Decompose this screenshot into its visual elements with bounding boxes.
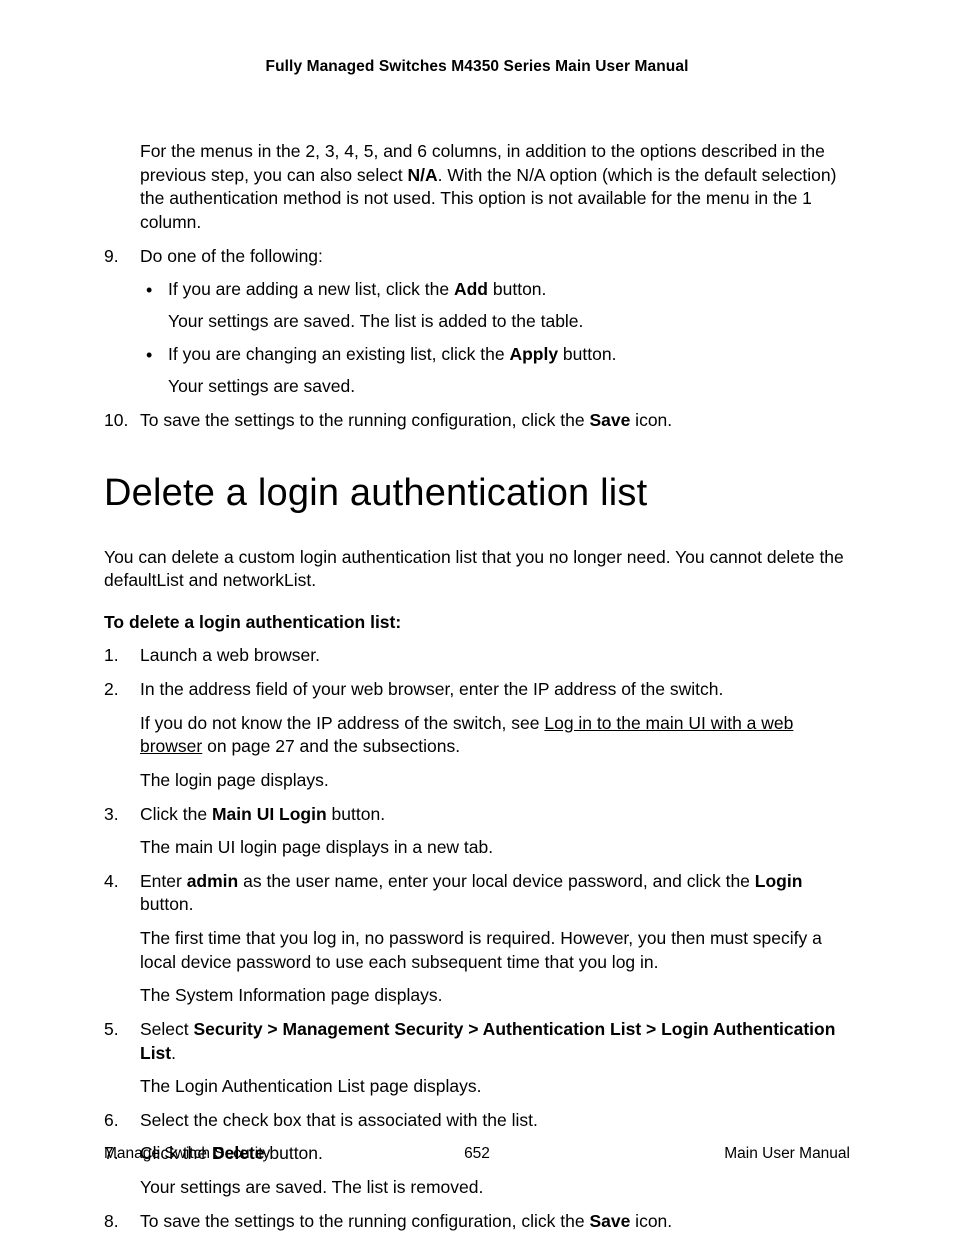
text: If you do not know the IP address of the… — [140, 713, 544, 733]
step-5: 5. Select Security > Management Security… — [104, 1018, 850, 1099]
text: The Login Authentication List page displ… — [140, 1075, 850, 1099]
text: button. — [327, 804, 385, 824]
text: The first time that you log in, no passw… — [140, 927, 850, 974]
step-text: Do one of the following: — [140, 245, 850, 269]
step-number: 5. — [104, 1018, 119, 1042]
step-9: 9. Do one of the following: If you are a… — [104, 245, 850, 399]
text: To save the settings to the running conf… — [140, 410, 589, 430]
step-6: 6. Select the check box that is associat… — [104, 1109, 850, 1133]
na-bold: N/A — [408, 165, 438, 185]
menu-path-bold: Security > Management Security > Authent… — [140, 1019, 835, 1063]
text: Launch a web browser. — [140, 644, 850, 668]
text: The System Information page displays. — [140, 984, 850, 1008]
text: button. — [558, 344, 616, 364]
page-footer: Manage Switch Security 652 Main User Man… — [104, 1145, 850, 1163]
step-8: 8. To save the settings to the running c… — [104, 1210, 850, 1234]
step-number: 10. — [104, 409, 128, 433]
text: The main UI login page displays in a new… — [140, 836, 850, 860]
step-10: 10. To save the settings to the running … — [104, 409, 850, 433]
login-bold: Login — [755, 871, 803, 891]
text: Your settings are saved. The list is add… — [168, 310, 850, 334]
text: The login page displays. — [140, 769, 850, 793]
step-number: 9. — [104, 245, 119, 269]
text: as the user name, enter your local devic… — [238, 871, 755, 891]
add-bold: Add — [454, 279, 488, 299]
save-bold: Save — [589, 1211, 630, 1231]
text: button. — [488, 279, 546, 299]
footer-page-number: 652 — [104, 1145, 850, 1163]
text: Your settings are saved. The list is rem… — [140, 1176, 850, 1200]
text: In the address field of your web browser… — [140, 678, 850, 702]
text: If you are adding a new list, click the — [168, 279, 454, 299]
save-bold: Save — [589, 410, 630, 430]
bullet-item: If you are changing an existing list, cl… — [140, 343, 850, 398]
text: If you are changing an existing list, cl… — [168, 344, 509, 364]
intro-paragraph: For the menus in the 2, 3, 4, 5, and 6 c… — [140, 140, 850, 235]
step-number: 4. — [104, 870, 119, 894]
apply-bold: Apply — [509, 344, 558, 364]
bullet-item: If you are adding a new list, click the … — [140, 278, 850, 333]
step-number: 6. — [104, 1109, 119, 1133]
text: Click the — [140, 804, 212, 824]
step-1: 1. Launch a web browser. — [104, 644, 850, 668]
text: icon. — [630, 1211, 672, 1231]
step-number: 8. — [104, 1210, 119, 1234]
text: Select — [140, 1019, 194, 1039]
text: button. — [140, 894, 194, 914]
text: Select the check box that is associated … — [140, 1109, 850, 1133]
section-intro: You can delete a custom login authentica… — [104, 546, 850, 593]
step-4: 4. Enter admin as the user name, enter y… — [104, 870, 850, 1008]
text: icon. — [630, 410, 672, 430]
text: To save the settings to the running conf… — [140, 1211, 589, 1231]
page-header: Fully Managed Switches M4350 Series Main… — [104, 58, 850, 76]
text: . — [171, 1043, 176, 1063]
step-number: 1. — [104, 644, 119, 668]
step-2: 2. In the address field of your web brow… — [104, 678, 850, 793]
text: Your settings are saved. — [168, 375, 850, 399]
section-heading: Delete a login authentication list — [104, 468, 850, 519]
text: on page 27 and the subsections. — [202, 736, 460, 756]
text: Enter — [140, 871, 187, 891]
admin-bold: admin — [187, 871, 239, 891]
step-number: 2. — [104, 678, 119, 702]
procedure-heading: To delete a login authentication list: — [104, 611, 850, 635]
step-3: 3. Click the Main UI Login button. The m… — [104, 803, 850, 860]
main-ui-login-bold: Main UI Login — [212, 804, 327, 824]
step-number: 3. — [104, 803, 119, 827]
